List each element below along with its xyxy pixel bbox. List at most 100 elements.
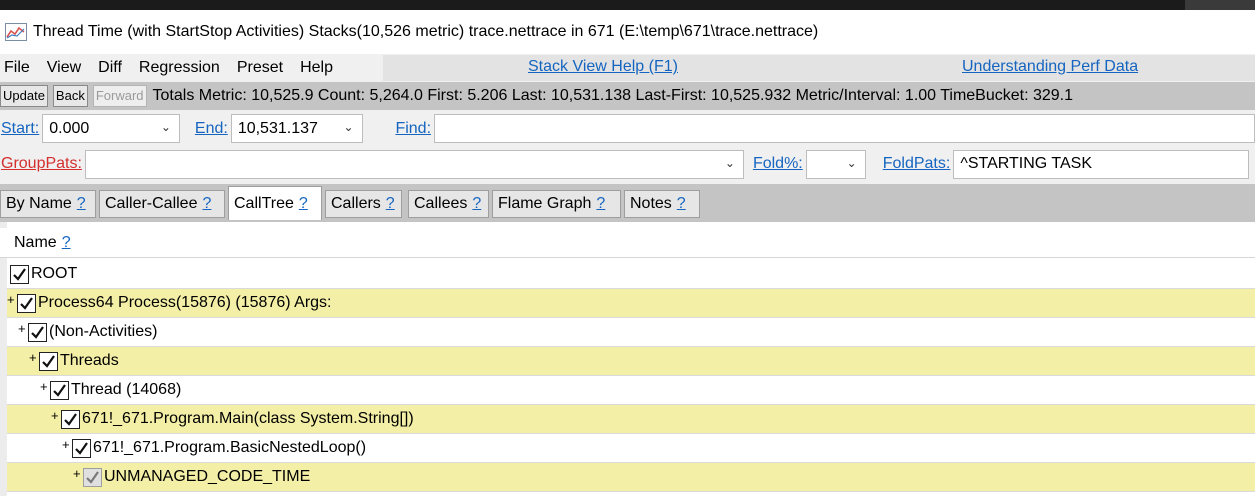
grouppats-combo[interactable]: ⌄ [84,149,744,179]
foldpats-input[interactable]: ^STARTING TASK [953,149,1250,179]
tab-notes[interactable]: Notes? [624,190,700,218]
update-button[interactable]: Update [0,85,48,107]
tree-row[interactable]: + Thread (14068) [7,376,1255,405]
tab-help-link[interactable]: ? [677,195,686,213]
tree-row[interactable]: ROOT [7,260,1255,289]
start-combo[interactable]: 0.000 ⌄ [42,114,180,143]
checkmark-icon [64,412,77,426]
expand-icon[interactable]: + [62,438,72,451]
start-value: 0.000 [49,119,90,137]
view-tabs: By Name? Caller-Callee? CallTree? Caller… [0,184,1255,222]
perfview-chart-icon [5,23,27,41]
foldpct-combo[interactable]: ⌄ [805,149,866,179]
window-top-strip [0,0,1255,10]
expand-icon[interactable]: + [73,467,83,480]
help-links-area: Stack View Help (F1) Understanding Perf … [383,55,1255,81]
find-input[interactable] [434,114,1255,143]
menu-preset[interactable]: Preset [237,59,292,77]
menu-file[interactable]: File [4,59,39,77]
end-value: 10,531.137 [237,119,318,137]
row-checkbox[interactable] [50,380,69,400]
name-header-help-link[interactable]: ? [62,234,71,252]
tab-label: Flame Graph [498,195,592,212]
foldpats-label-link[interactable]: FoldPats: [883,155,951,173]
tree-node-label: Thread (14068) [71,381,182,398]
name-column-header[interactable]: Name ? [0,228,1255,258]
name-header-label: Name [14,233,57,251]
row-checkbox[interactable] [72,438,91,458]
tree-row[interactable]: + UNMANAGED_CODE_TIME [7,463,1255,492]
totals-summary: Totals Metric: 10,525.9 Count: 5,264.0 F… [152,87,1074,104]
tab-callees[interactable]: Callees? [408,190,489,218]
tab-help-link[interactable]: ? [386,195,395,213]
tree-node-label: ROOT [31,265,78,282]
expand-icon[interactable]: + [40,380,50,393]
end-label-link[interactable]: End: [195,120,228,138]
find-label-link[interactable]: Find: [395,120,431,138]
start-label-link[interactable]: Start: [1,120,39,138]
tree-row[interactable]: +671!_671.Program.BasicNestedLoop() [7,434,1255,463]
grouppats-label-link[interactable]: GroupPats: [1,155,82,173]
checkmark-icon [31,325,44,339]
forward-button[interactable]: Forward [92,85,147,107]
tree-node-label: 671!_671.Program.BasicNestedLoop() [93,439,367,456]
tree-row[interactable]: + (Non-Activities) [7,318,1255,347]
tab-label: Callers [331,195,381,212]
chevron-down-icon[interactable]: ⌄ [847,156,857,170]
row-checkbox[interactable] [28,322,47,342]
row-checkbox[interactable] [17,293,36,313]
expand-icon[interactable]: + [7,293,17,306]
menu-help[interactable]: Help [300,59,342,77]
checkmark-icon [42,354,55,368]
checkmark-icon [13,267,26,281]
tree-node-label: (Non-Activities) [49,323,158,340]
stack-view-help-link[interactable]: Stack View Help (F1) [528,58,678,76]
tab-by-name[interactable]: By Name? [0,190,96,218]
tree-node-label: UNMANAGED_CODE_TIME [104,468,311,485]
time-range-row: Start: 0.000 ⌄ End: 10,531.137 ⌄ Find: [0,113,1255,144]
foldpct-label-link[interactable]: Fold%: [753,155,803,173]
window-controls-area [1185,0,1255,10]
menu-view[interactable]: View [47,59,90,77]
tab-help-link[interactable]: ? [472,195,481,213]
checkmark-icon [20,296,33,310]
tab-calltree[interactable]: CallTree? [228,186,322,220]
tab-label: By Name [6,195,72,212]
expand-icon[interactable]: + [51,409,61,422]
tab-help-link[interactable]: ? [299,195,308,213]
row-checkbox[interactable] [39,351,58,371]
row-checkbox[interactable] [61,409,80,429]
expand-icon[interactable]: + [18,322,28,335]
end-combo[interactable]: 10,531.137 ⌄ [230,114,363,143]
checkmark-icon [86,470,99,484]
expand-icon[interactable]: + [29,351,39,364]
window-title: Thread Time (with StartStop Activities) … [33,23,819,40]
call-tree-grid: Name ? ROOT + Process64 Process(15876) (15… [0,222,1255,496]
chevron-down-icon[interactable]: ⌄ [343,120,353,134]
tab-flame-graph[interactable]: Flame Graph? [492,190,621,218]
understanding-perf-data-link[interactable]: Understanding Perf Data [962,58,1138,76]
tab-help-link[interactable]: ? [596,195,605,213]
main-menu: File View Diff Regression Preset Help [0,55,383,81]
tab-caller-callee[interactable]: Caller-Callee? [99,190,225,218]
tree-row[interactable]: + Process64 Process(15876) (15876) Args: [7,289,1255,318]
menu-diff[interactable]: Diff [98,59,131,77]
tab-callers[interactable]: Callers? [325,190,402,218]
checkmark-icon [53,383,66,397]
tree-node-label: Threads [60,352,119,369]
back-button[interactable]: Back [52,85,88,107]
tab-help-link[interactable]: ? [77,195,86,213]
tree-row[interactable]: + Threads [7,347,1255,376]
menu-bar: File View Diff Regression Preset Help St… [0,55,1255,81]
chevron-down-icon[interactable]: ⌄ [161,120,171,134]
tree-row[interactable]: +671!_671.Program.Main(class System.Stri… [7,405,1255,434]
checkmark-icon [75,441,88,455]
row-checkbox[interactable] [83,467,102,487]
menu-regression[interactable]: Regression [139,59,229,77]
tab-help-link[interactable]: ? [202,195,211,213]
toolbar: Update Back Forward Totals Metric: 10,52… [0,82,1255,110]
chevron-down-icon[interactable]: ⌄ [725,156,735,170]
title-bar: Thread Time (with StartStop Activities) … [0,10,1255,54]
tab-label: Notes [630,195,672,212]
row-checkbox[interactable] [10,264,29,284]
